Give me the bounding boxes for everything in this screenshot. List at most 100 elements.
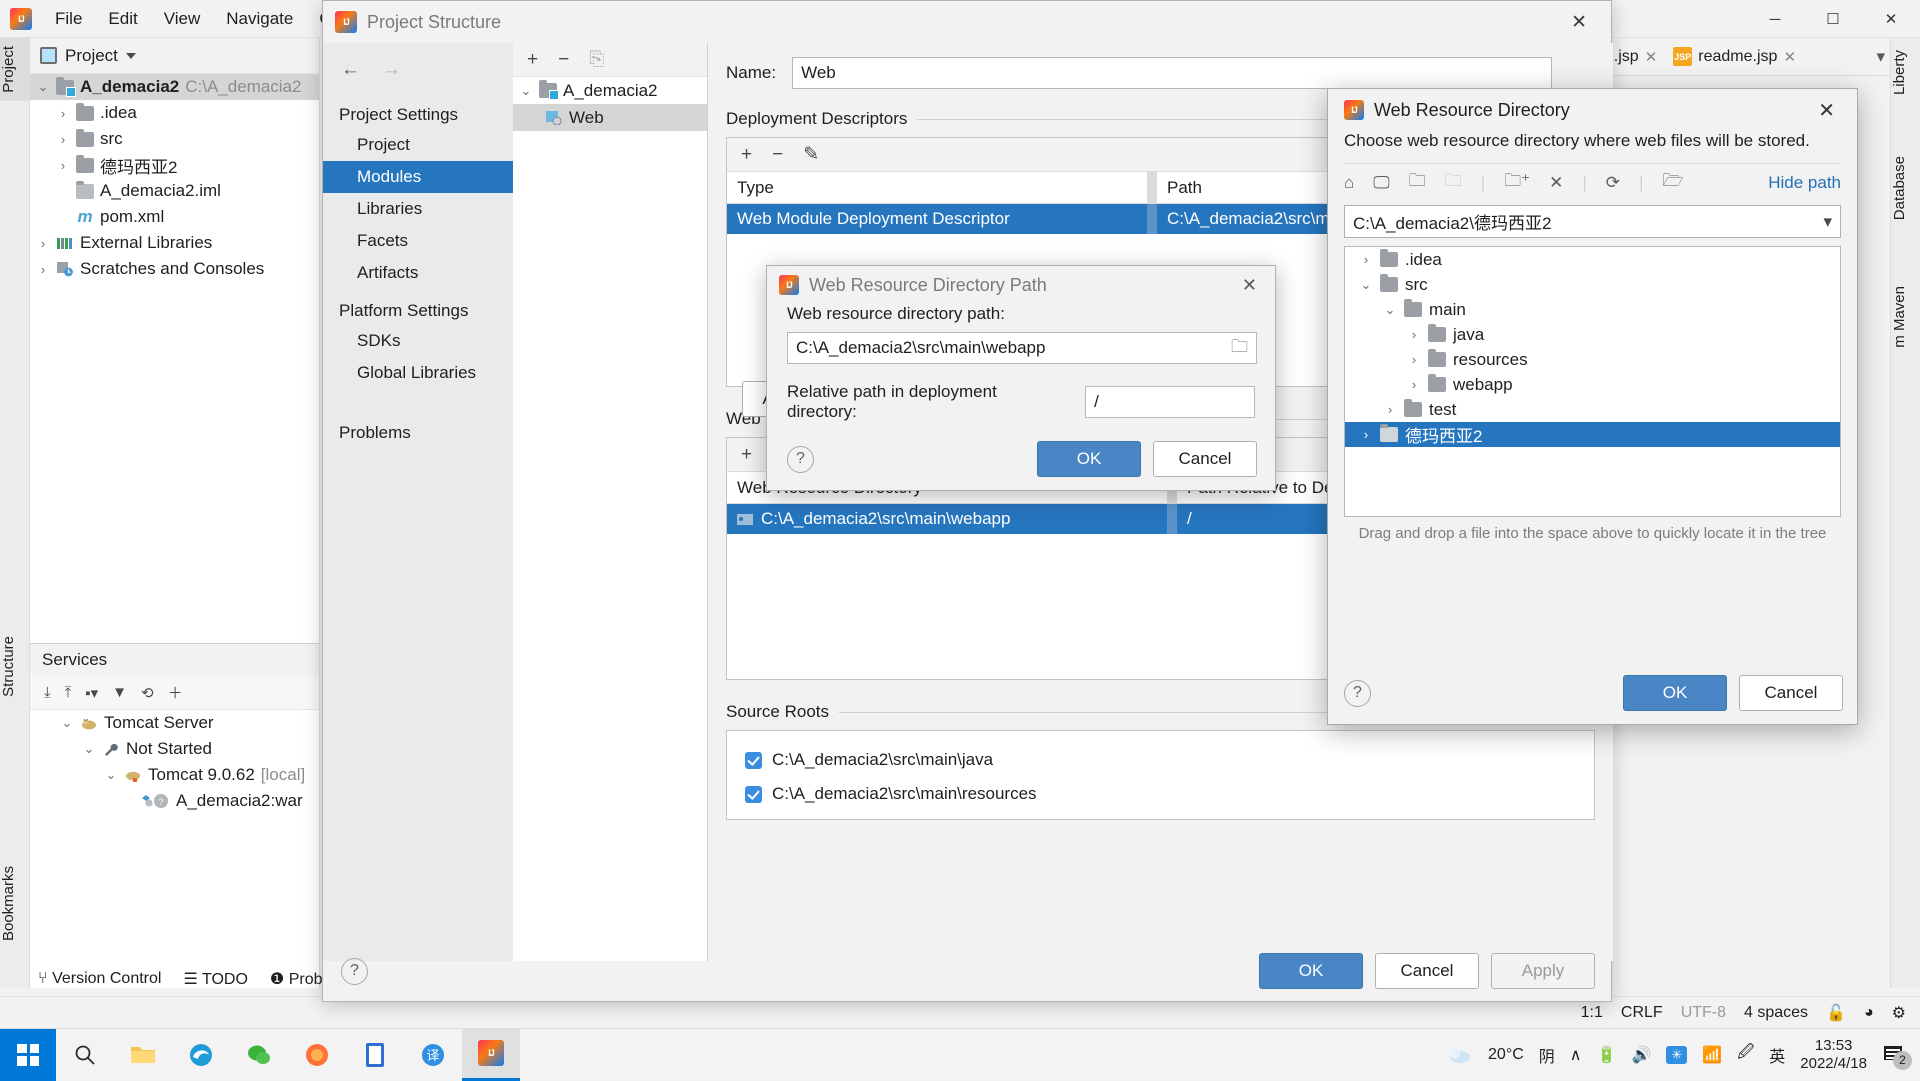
close-icon[interactable]: ✕ xyxy=(1559,7,1599,38)
wechat-icon[interactable] xyxy=(230,1029,288,1081)
sidebar-item-modules[interactable]: Modules xyxy=(323,161,513,193)
inspection-icon[interactable]: ◕ xyxy=(1864,1004,1874,1022)
folder-browse-icon[interactable]: 🗀 xyxy=(1231,334,1248,363)
hide-path-link[interactable]: Hide path xyxy=(1768,173,1841,193)
project-folder-icon[interactable]: 🗀 xyxy=(1409,168,1426,197)
lock-icon[interactable]: 🔓 xyxy=(1826,1003,1846,1023)
menu-file[interactable]: File xyxy=(42,5,95,33)
filter-icon[interactable]: ▼ xyxy=(112,684,127,701)
module-row-a-demacia2[interactable]: ⌄ A_demacia2 xyxy=(513,77,707,104)
chevron-right-icon[interactable]: › xyxy=(36,236,50,251)
notification-center-icon[interactable]: 2 xyxy=(1882,1044,1912,1070)
delete-icon[interactable]: ✕ xyxy=(1549,173,1563,193)
refresh-icon[interactable]: ⟳ xyxy=(1606,173,1620,193)
clock[interactable]: 13:53 2022/4/18 xyxy=(1800,1037,1867,1072)
volume-icon[interactable]: 🔊 xyxy=(1631,1045,1651,1065)
new-folder-icon[interactable]: 🗀⁺ xyxy=(1504,168,1530,197)
tree-item-idea[interactable]: › .idea xyxy=(1345,247,1840,272)
pen-icon[interactable]: 🖉 xyxy=(1737,1041,1754,1068)
ime-indicator[interactable]: 英 xyxy=(1769,1043,1785,1067)
sidebar-item-global-libraries[interactable]: Global Libraries xyxy=(323,357,513,389)
source-root-checkbox[interactable] xyxy=(745,751,762,769)
sidebar-item-project[interactable]: Project xyxy=(0,38,30,101)
sidebar-item-project[interactable]: Project xyxy=(323,129,513,161)
chevron-down-icon[interactable]: ⌄ xyxy=(82,741,96,757)
tree-item-iml[interactable]: A_demacia2.iml xyxy=(30,178,319,204)
chevron-down-icon[interactable]: ⌄ xyxy=(519,83,533,99)
weather-temp[interactable]: 20°C xyxy=(1488,1046,1524,1064)
add-descriptor-button[interactable]: + xyxy=(741,144,752,166)
tree-item-a-demacia2[interactable]: ⌄ A_demacia2 C:\A_demacia2 xyxy=(30,74,319,100)
remove-descriptor-button[interactable]: − xyxy=(772,144,783,166)
tree-item-src[interactable]: › src xyxy=(30,126,319,152)
file-encoding[interactable]: UTF-8 xyxy=(1681,1004,1726,1022)
tree-item-resources[interactable]: › resources xyxy=(1345,347,1840,372)
close-window-button[interactable]: ✕ xyxy=(1862,0,1920,38)
desktop-icon[interactable]: 🖵 xyxy=(1373,173,1389,193)
apply-button[interactable]: Apply xyxy=(1491,953,1595,989)
tree-item-java[interactable]: › java xyxy=(1345,322,1840,347)
close-icon[interactable]: ✕ xyxy=(1812,96,1841,125)
copy-icon[interactable]: ⎘ xyxy=(589,49,604,71)
sidebar-item-sdks[interactable]: SDKs xyxy=(323,325,513,357)
close-icon[interactable]: ✕ xyxy=(1645,48,1658,66)
chevron-down-icon[interactable] xyxy=(125,52,136,59)
sidebar-item-artifacts[interactable]: Artifacts xyxy=(323,257,513,289)
idea-icon[interactable] xyxy=(462,1028,520,1081)
chevron-down-icon[interactable]: ⌄ xyxy=(36,79,50,95)
maximize-button[interactable]: ☐ xyxy=(1804,0,1862,38)
menu-edit[interactable]: Edit xyxy=(95,5,150,33)
tree-item-external-libraries[interactable]: › External Libraries xyxy=(30,230,319,256)
cancel-button[interactable]: Cancel xyxy=(1153,441,1257,477)
ok-button[interactable]: OK xyxy=(1037,441,1141,477)
sidebar-item-bookmarks[interactable]: Bookmarks xyxy=(0,858,30,949)
sidebar-item-problems[interactable]: Problems xyxy=(323,417,513,447)
sidebar-item-liberty[interactable]: Liberty xyxy=(1891,42,1920,103)
note-icon[interactable] xyxy=(346,1029,404,1081)
pencil-icon[interactable]: ✎ xyxy=(803,143,819,166)
back-arrow-icon[interactable]: ← xyxy=(341,59,360,81)
sidebar-item-database[interactable]: Database xyxy=(1891,148,1920,228)
firefox-icon[interactable] xyxy=(288,1029,346,1081)
name-input[interactable]: Web xyxy=(792,57,1553,89)
list-item[interactable]: C:\A_demacia2\src\main\resources xyxy=(745,777,1594,811)
add-module-button[interactable]: + xyxy=(527,49,538,71)
chevron-down-icon[interactable]: ⌄ xyxy=(1359,277,1373,293)
help-icon[interactable]: ? xyxy=(341,957,368,985)
tree-item-test[interactable]: › test xyxy=(1345,397,1840,422)
search-icon[interactable] xyxy=(56,1029,114,1081)
add-web-resource-button[interactable]: + xyxy=(741,444,752,466)
indent-setting[interactable]: 4 spaces xyxy=(1744,1004,1808,1022)
sidebar-item-facets[interactable]: Facets xyxy=(323,225,513,257)
wifi-icon[interactable]: 📶 xyxy=(1702,1045,1722,1065)
caret-position[interactable]: 1:1 xyxy=(1581,1004,1603,1022)
show-hidden-icon[interactable]: 🗁 xyxy=(1662,168,1683,197)
path-combobox[interactable]: C:\A_demacia2\德玛西亚2 ▾ xyxy=(1344,205,1841,238)
list-item[interactable]: C:\A_demacia2\src\main\java xyxy=(745,743,1594,777)
group-icon[interactable]: ▪▾ xyxy=(85,684,98,702)
file-explorer-icon[interactable] xyxy=(114,1029,172,1081)
help-icon[interactable]: ? xyxy=(787,445,814,473)
chevron-down-icon[interactable]: ⌄ xyxy=(1383,302,1397,318)
chevron-down-icon[interactable]: ⌄ xyxy=(104,767,118,783)
chevron-right-icon[interactable]: › xyxy=(36,262,50,277)
menu-navigate[interactable]: Navigate xyxy=(213,5,306,33)
tree-item-idea[interactable]: › .idea xyxy=(30,100,319,126)
ok-button[interactable]: OK xyxy=(1623,675,1727,711)
cancel-button[interactable]: Cancel xyxy=(1375,953,1479,989)
chevron-right-icon[interactable]: › xyxy=(56,106,70,121)
sidebar-item-structure[interactable]: Structure xyxy=(0,628,30,705)
windows-start-icon[interactable] xyxy=(0,1028,56,1081)
tree-item-main[interactable]: ⌄ main xyxy=(1345,297,1840,322)
close-icon[interactable]: ✕ xyxy=(1783,48,1796,66)
expand-all-icon[interactable]: ⤓ xyxy=(44,684,51,701)
weather-icon[interactable] xyxy=(1447,1045,1473,1065)
tree-item-demaxiya2[interactable]: › 德玛西亚2 xyxy=(30,152,319,178)
module-row-web[interactable]: Web xyxy=(513,104,707,131)
tree-item-src[interactable]: ⌄ src xyxy=(1345,272,1840,297)
edge-icon[interactable] xyxy=(172,1029,230,1081)
chevron-right-icon[interactable]: › xyxy=(56,132,70,147)
collapse-all-icon[interactable]: ⤒ xyxy=(65,684,72,701)
forward-arrow-icon[interactable]: → xyxy=(382,59,401,81)
bottom-tab-version-control[interactable]: ⑂ Version Control xyxy=(38,970,161,988)
